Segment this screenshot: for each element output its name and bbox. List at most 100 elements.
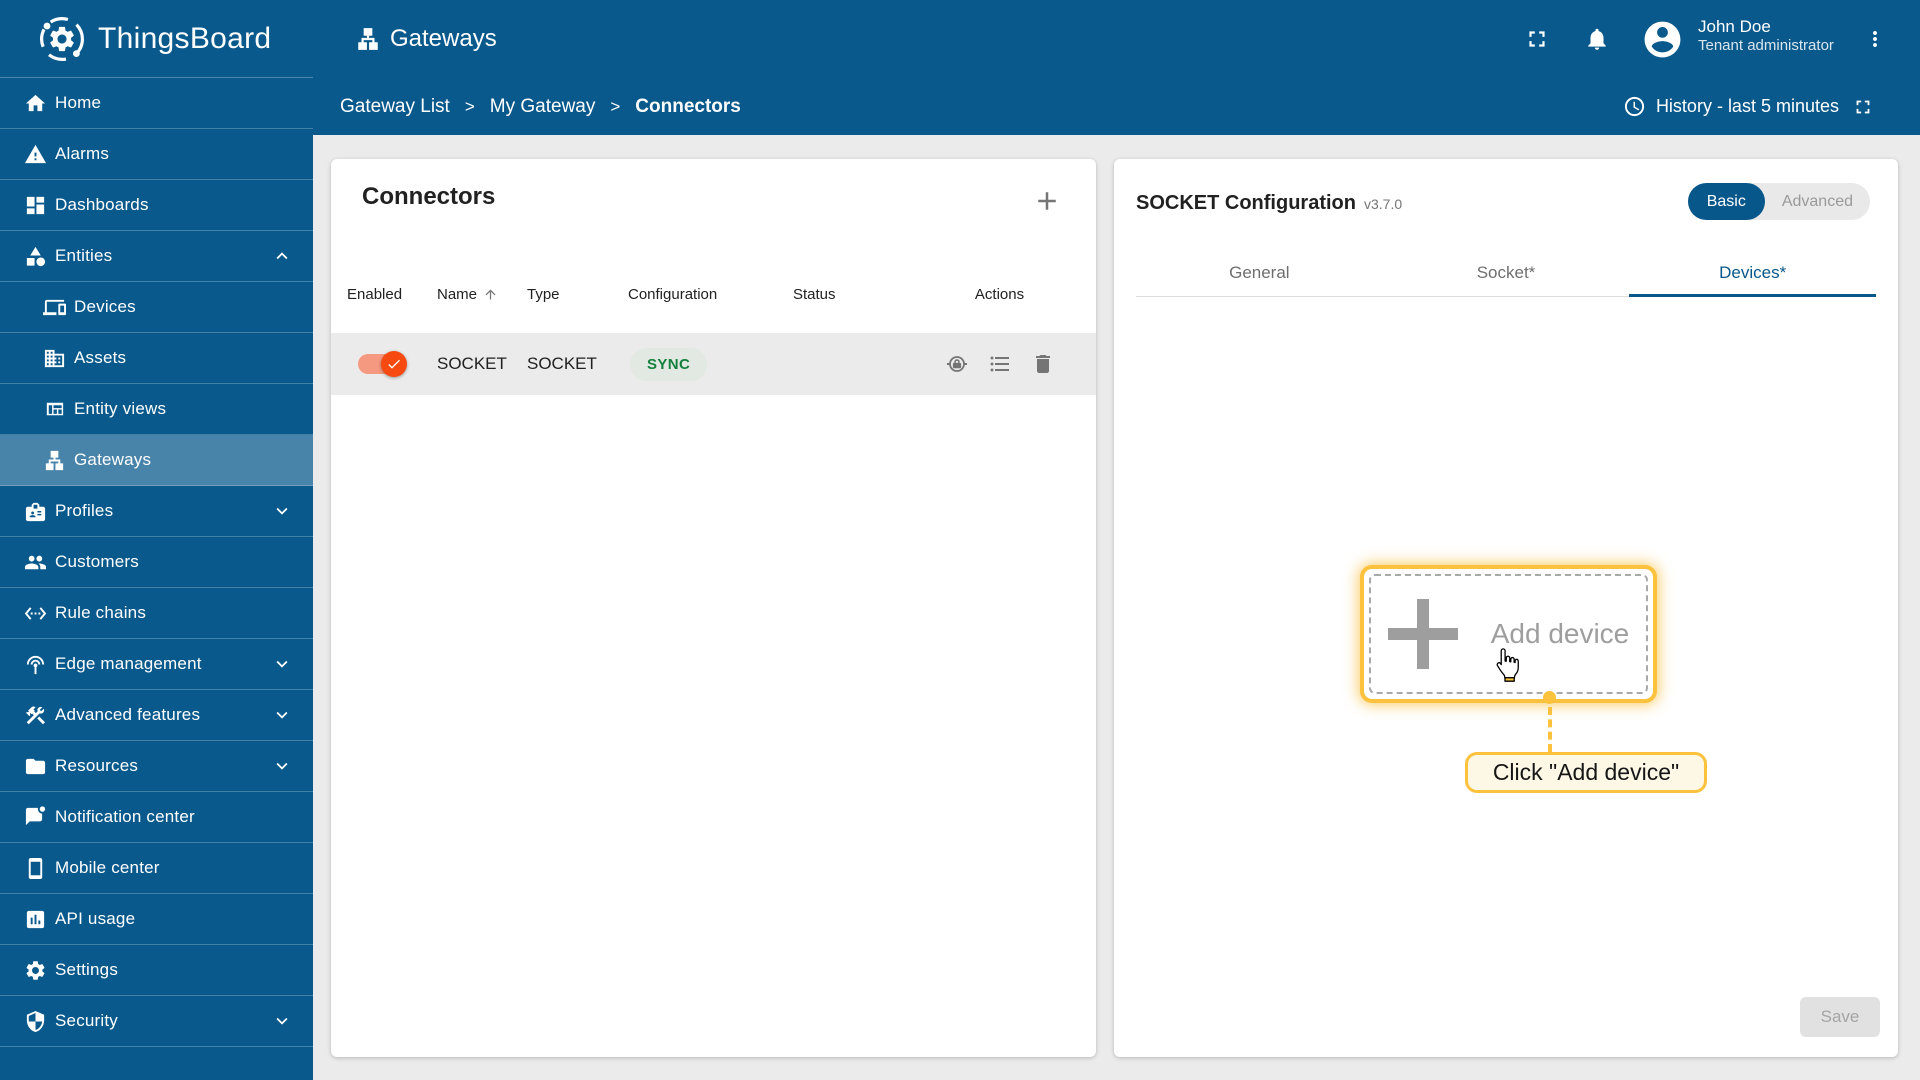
add-connector-button[interactable]: [1032, 186, 1062, 216]
user-info[interactable]: John Doe Tenant administrator: [1698, 16, 1834, 56]
history-label: History - last 5 minutes: [1655, 96, 1839, 116]
basic-advanced-toggle[interactable]: Basic Advanced: [1687, 183, 1870, 220]
fullscreen-icon[interactable]: [1524, 26, 1550, 52]
sidebar-item-notification-center[interactable]: Notification center: [0, 792, 313, 843]
advanced-mode-option[interactable]: Advanced: [1765, 183, 1870, 220]
history-time-range-button[interactable]: History - last 5 minutes: [1623, 95, 1839, 118]
app-logo[interactable]: ThingsBoard: [0, 0, 313, 78]
connector-name: SOCKET: [437, 354, 507, 373]
connector-table-row[interactable]: SOCKET SOCKET SYNC: [331, 333, 1096, 395]
expand-fullscreen-icon[interactable]: [1852, 96, 1874, 118]
sidebar-item-label: Customers: [55, 552, 139, 571]
chevron-down-icon[interactable]: [271, 755, 293, 777]
sidebar-item-devices[interactable]: Devices: [0, 282, 313, 333]
tab-socket[interactable]: Socket*: [1383, 250, 1630, 296]
connectors-table-header: Enabled Name Type Configuration Status Action…: [331, 271, 1096, 317]
sidebar-item-label: Dashboards: [55, 195, 149, 214]
mobile-center-icon: [24, 857, 47, 880]
configuration-chip: SYNC: [630, 347, 708, 381]
add-device-label: Add device: [1490, 618, 1630, 649]
sidebar-item-mobile-center[interactable]: Mobile center: [0, 843, 313, 894]
schedule-clock-icon: [1623, 95, 1646, 118]
breadcrumb-gateway-list[interactable]: Gateway List: [340, 96, 450, 118]
sidebar-item-label: Entities: [55, 246, 113, 265]
sidebar-item-assets[interactable]: Assets: [0, 333, 313, 384]
tutorial-tooltip: Click "Add device": [1465, 752, 1707, 793]
resources-icon: [24, 755, 47, 778]
config-version: v3.7.0: [1363, 196, 1403, 212]
column-header-name[interactable]: Name: [437, 286, 527, 303]
chevron-down-icon[interactable]: [271, 653, 293, 675]
chevron-down-icon[interactable]: [271, 704, 293, 726]
logs-action-button[interactable]: [988, 352, 1012, 376]
tutorial-connector-line: [1548, 707, 1552, 752]
breadcrumb-bar: Gateway List > My Gateway > Connectors H…: [313, 78, 1920, 135]
sidebar-item-label: API usage: [55, 909, 136, 928]
entity-views-icon: [43, 398, 66, 421]
sidebar-item-label: Notification center: [55, 807, 195, 826]
sidebar-item-gateways[interactable]: Gateways: [0, 435, 313, 486]
sidebar-item-profiles[interactable]: Profiles: [0, 486, 313, 537]
connector-enabled-toggle[interactable]: [358, 351, 407, 377]
sidebar-item-label: Entity views: [74, 399, 167, 418]
sort-ascending-icon: [483, 287, 498, 302]
tab-devices[interactable]: Devices*: [1629, 250, 1876, 296]
save-button[interactable]: Save: [1800, 997, 1880, 1037]
sidebar-item-label: Profiles: [55, 501, 114, 520]
chevron-down-icon[interactable]: [271, 500, 293, 522]
sidebar-item-label: Assets: [74, 348, 127, 367]
sidebar-item-advanced-features[interactable]: Advanced features: [0, 690, 313, 741]
active-tab-indicator: [1629, 294, 1876, 297]
sidebar-item-customers[interactable]: Customers: [0, 537, 313, 588]
user-avatar[interactable]: [1641, 18, 1684, 61]
column-header-actions[interactable]: Actions: [919, 286, 1080, 303]
chevron-down-icon[interactable]: [271, 1010, 293, 1032]
config-title-row: SOCKET Configuration v3.7.0: [1136, 192, 1402, 215]
config-tabs: General Socket* Devices*: [1136, 250, 1876, 297]
thingsboard-logo-icon: [38, 15, 86, 63]
breadcrumb-separator: >: [610, 96, 621, 116]
column-header-enabled[interactable]: Enabled: [347, 286, 437, 303]
connectors-title: Connectors: [362, 183, 496, 210]
delete-action-button[interactable]: [1031, 352, 1055, 376]
sidebar-item-entity-views[interactable]: Entity views: [0, 384, 313, 435]
devices-icon: [43, 296, 66, 319]
add-device-button[interactable]: Add device: [1360, 565, 1657, 703]
rule-chains-icon: [24, 602, 47, 625]
notification-center-icon: [24, 805, 47, 829]
sidebar: ThingsBoard Home Alarms Dashboards Entities…: [0, 0, 313, 1080]
column-header-configuration[interactable]: Configuration: [628, 286, 793, 303]
page-title: Gateways: [355, 0, 497, 78]
private-connectivity-action-button[interactable]: [945, 352, 969, 376]
sidebar-item-label: Edge management: [55, 654, 202, 673]
sidebar-item-alarms[interactable]: Alarms: [0, 129, 313, 180]
breadcrumb-connectors: Connectors: [635, 95, 741, 117]
sidebar-item-label: Mobile center: [55, 858, 160, 877]
sidebar-item-api-usage[interactable]: API usage: [0, 894, 313, 945]
tab-general[interactable]: General: [1136, 250, 1383, 296]
sidebar-item-label: Gateways: [74, 450, 152, 469]
sidebar-item-label: Devices: [74, 297, 136, 316]
column-header-status[interactable]: Status: [793, 286, 919, 303]
connector-type: SOCKET: [527, 354, 597, 373]
gateways-icon: [43, 449, 66, 472]
sidebar-nav: Home Alarms Dashboards Entities Devices Asset…: [0, 78, 313, 1047]
column-header-type[interactable]: Type: [527, 286, 628, 303]
basic-mode-option[interactable]: Basic: [1687, 183, 1765, 220]
notifications-bell-icon[interactable]: [1584, 26, 1610, 52]
chevron-up-icon[interactable]: [271, 245, 293, 267]
more-vert-icon[interactable]: [1863, 27, 1887, 51]
sidebar-item-home[interactable]: Home: [0, 78, 313, 129]
entities-icon: [24, 245, 47, 268]
toggle-thumb: [381, 351, 407, 377]
sidebar-item-label: Resources: [55, 756, 139, 775]
sidebar-item-rule-chains[interactable]: Rule chains: [0, 588, 313, 639]
sidebar-item-entities[interactable]: Entities: [0, 231, 313, 282]
sidebar-item-edge-management[interactable]: Edge management: [0, 639, 313, 690]
sidebar-item-settings[interactable]: Settings: [0, 945, 313, 996]
sidebar-item-resources[interactable]: Resources: [0, 741, 313, 792]
sidebar-item-dashboards[interactable]: Dashboards: [0, 180, 313, 231]
edge-management-icon: [24, 653, 47, 676]
sidebar-item-security[interactable]: Security: [0, 996, 313, 1047]
breadcrumb-my-gateway[interactable]: My Gateway: [490, 96, 596, 118]
